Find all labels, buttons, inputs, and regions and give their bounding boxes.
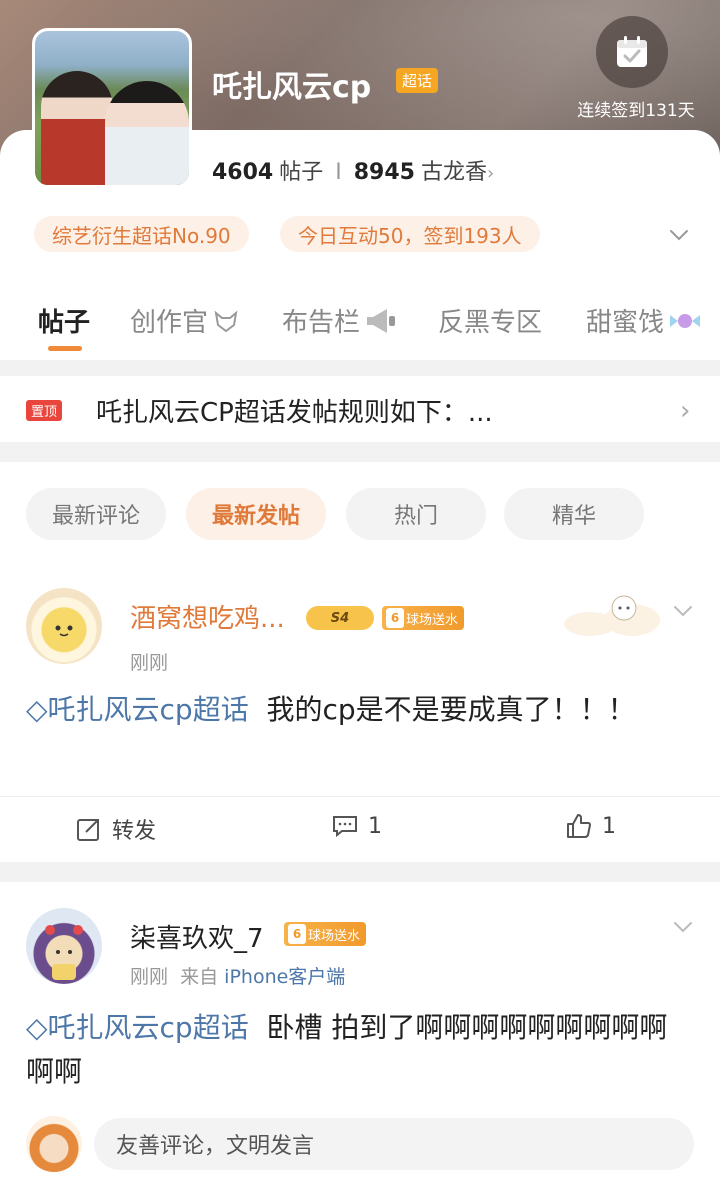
today-pill[interactable]: 今日互动50，签到193人 xyxy=(280,216,540,252)
source-link[interactable]: iPhone客户端 xyxy=(224,966,345,988)
vip-level: S4 xyxy=(330,610,350,626)
posts-label: 帖子 xyxy=(279,160,324,185)
posts-count: 4604 xyxy=(212,160,274,185)
water-level: 6 xyxy=(386,608,404,628)
repost-icon xyxy=(77,819,99,841)
comment-button[interactable]: 1 xyxy=(332,813,382,839)
topic-link[interactable]: ◇吒扎风云cp超话 xyxy=(26,693,249,726)
cover-image[interactable] xyxy=(32,28,192,188)
cartoon-girl-icon xyxy=(45,925,83,980)
water-level: 6 xyxy=(288,924,306,944)
repost-label: 转发 xyxy=(112,819,157,844)
post-time: 刚刚 xyxy=(130,652,169,674)
filter-bar: 最新评论 最新发帖 热门 精华 xyxy=(0,462,720,566)
chevron-right-icon[interactable]: › xyxy=(487,163,494,184)
tab-label: 反黑专区 xyxy=(438,308,543,338)
megaphone-icon xyxy=(367,308,396,333)
my-avatar xyxy=(26,1116,82,1172)
tab-creator[interactable]: 创作官 xyxy=(130,302,240,339)
repost-button[interactable]: 转发 xyxy=(76,813,156,845)
like-count: 1 xyxy=(602,813,616,839)
username[interactable]: 柒喜玖欢_7 xyxy=(130,918,264,955)
water-label: 球场送水 xyxy=(406,612,459,628)
page-title: 吒扎风云cp xyxy=(212,70,372,105)
pin-badge: 置顶 xyxy=(26,400,63,421)
tab-label: 布告栏 xyxy=(282,308,361,338)
sign-days-text: 连续签到131天 xyxy=(577,101,695,121)
calendar-check-icon xyxy=(617,36,647,67)
decor-cloud-sticker xyxy=(560,584,664,642)
thumbs-up-icon xyxy=(567,814,591,838)
post-card[interactable]: 酒窝想吃鸡... S4 6 球场送水 刚刚 ◇吒扎风云cp超话 我的cp是不是要… xyxy=(0,566,720,862)
like-button[interactable]: 1 xyxy=(566,813,616,839)
fans-count[interactable]: 8945 xyxy=(354,160,415,185)
stats-separator: I xyxy=(335,160,342,185)
chevron-down-icon[interactable] xyxy=(672,600,694,622)
post-content: ◇吒扎风云cp超话 我的cp是不是要成真了！！！ xyxy=(26,688,686,732)
vip-badge: S4 xyxy=(306,606,374,630)
pinned-post[interactable]: 置顶 吒扎风云CP超话发帖规则如下：... › xyxy=(0,376,720,442)
pinned-text: 吒扎风云CP超话发帖规则如下：... xyxy=(96,398,493,428)
tab-label: 创作官 xyxy=(130,308,209,338)
active-tab-indicator xyxy=(48,346,82,351)
tab-bar: 帖子 创作官 布告栏 反黑专区 甜蜜饯 xyxy=(0,290,720,356)
chevron-right-icon: › xyxy=(680,396,691,426)
tab-bulletin[interactable]: 布告栏 xyxy=(282,302,398,339)
comment-input[interactable]: 友善评论，文明发言 xyxy=(94,1118,694,1170)
comment-icon xyxy=(333,816,357,838)
post-content: ◇吒扎风云cp超话 卧槽 拍到了啊啊啊啊啊啊啊啊啊啊啊 xyxy=(26,1006,686,1094)
filter-latest-post[interactable]: 最新发帖 xyxy=(186,488,326,540)
filter-hot[interactable]: 热门 xyxy=(346,488,486,540)
comment-count: 1 xyxy=(368,813,382,839)
water-badge: 6 球场送水 xyxy=(382,606,465,630)
tab-posts[interactable]: 帖子 xyxy=(38,302,90,339)
tab-label: 甜蜜饯 xyxy=(586,308,665,338)
filter-latest-comment[interactable]: 最新评论 xyxy=(26,488,166,540)
post-time: 刚刚 xyxy=(130,966,169,988)
chevron-down-icon[interactable] xyxy=(668,224,690,246)
post-card[interactable]: 柒喜玖欢_7 6 球场送水 刚刚 来自 iPhone客户端 ◇吒扎风云cp超话 … xyxy=(0,882,720,1201)
post-meta: 刚刚 来自 iPhone客户端 xyxy=(130,962,345,989)
tab-label: 帖子 xyxy=(38,308,91,338)
chaohua-tag: 超话 xyxy=(396,68,439,93)
tab-anti-black[interactable]: 反黑专区 xyxy=(438,302,542,339)
post-text: 我的cp是不是要成真了！！！ xyxy=(266,693,636,726)
username[interactable]: 酒窝想吃鸡... xyxy=(130,598,285,635)
cover-person-left xyxy=(41,71,113,185)
fans-label[interactable]: 古龙香 xyxy=(421,160,487,185)
fox-icon xyxy=(214,310,238,332)
sign-in-button[interactable] xyxy=(596,16,668,88)
water-badge: 6 球场送水 xyxy=(284,922,367,946)
chevron-down-icon[interactable] xyxy=(672,916,694,938)
water-label: 球场送水 xyxy=(308,928,361,944)
egg-face-icon xyxy=(55,625,73,637)
source-prefix: 来自 xyxy=(180,966,219,988)
tab-candy[interactable]: 甜蜜饯 xyxy=(586,302,702,339)
rank-pill[interactable]: 综艺衍生超话No.90 xyxy=(34,216,249,252)
topic-link[interactable]: ◇吒扎风云cp超话 xyxy=(26,1011,249,1044)
filter-featured[interactable]: 精华 xyxy=(504,488,644,540)
avatar[interactable] xyxy=(26,588,102,664)
avatar[interactable] xyxy=(26,908,102,984)
stats-row: 4604 帖子 I 8945 古龙香› xyxy=(212,154,494,186)
cover-person-right xyxy=(105,81,189,185)
candy-icon xyxy=(670,313,701,328)
post-actions: 转发 1 1 xyxy=(0,796,720,862)
